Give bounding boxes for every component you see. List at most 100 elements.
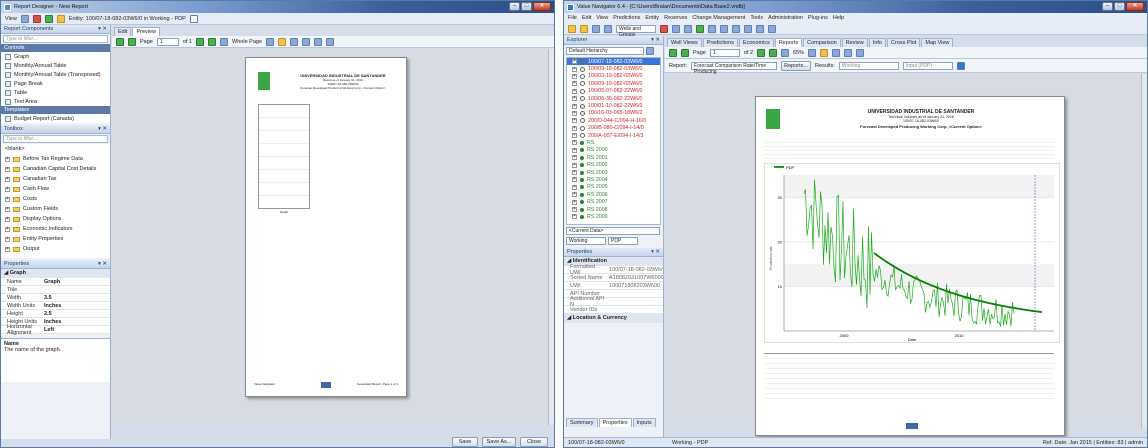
- expand-icon[interactable]: +: [572, 155, 577, 161]
- well-item[interactable]: + RS 2003: [567, 169, 660, 176]
- open-icon[interactable]: [580, 24, 588, 33]
- toolbox-item[interactable]: + Canadian Capital Cost Details: [1, 164, 110, 174]
- toolbox-item[interactable]: + Custom Fields: [1, 204, 110, 214]
- undo-icon[interactable]: [20, 14, 29, 23]
- email-icon-right[interactable]: [856, 48, 865, 57]
- menu-help[interactable]: Help: [833, 15, 844, 21]
- property-value[interactable]: Graph: [41, 279, 110, 285]
- report-icon-right[interactable]: [696, 24, 704, 33]
- expand-icon[interactable]: +: [5, 176, 10, 182]
- well-item[interactable]: + RS 2006: [567, 191, 660, 198]
- expand-icon[interactable]: +: [572, 199, 577, 205]
- well-item[interactable]: +100/06-30-082-22W6/0: [567, 95, 660, 102]
- well-item[interactable]: + RS 2009: [567, 213, 660, 220]
- expand-icon[interactable]: +: [572, 162, 577, 168]
- input-dropdown[interactable]: Input (PDP): [902, 61, 953, 70]
- property-value[interactable]: 100071808203W600: [606, 283, 663, 289]
- page-input[interactable]: 1: [156, 37, 179, 46]
- expand-icon[interactable]: +: [572, 192, 577, 198]
- filter-icon-right[interactable]: [672, 24, 680, 33]
- save-as-button[interactable]: Save As...: [482, 437, 516, 447]
- tab-edit[interactable]: Edit: [114, 27, 132, 36]
- expand-icon[interactable]: +: [5, 236, 10, 242]
- save-button[interactable]: Save: [452, 437, 478, 447]
- nav-next-icon[interactable]: [744, 24, 752, 33]
- expand-icon[interactable]: +: [572, 147, 577, 153]
- nav-prev-icon[interactable]: [732, 24, 740, 33]
- expand-icon[interactable]: +: [5, 166, 10, 172]
- tab-reports[interactable]: Reports: [774, 38, 803, 47]
- well-item[interactable]: +100/05-07-082-22W6/0: [567, 88, 660, 95]
- reports-button[interactable]: Reports...: [781, 60, 812, 71]
- property-row[interactable]: Title: [1, 286, 110, 294]
- well-item[interactable]: +100/07-18-082-03W6/0: [567, 58, 660, 66]
- expand-icon[interactable]: +: [572, 140, 577, 146]
- email-icon[interactable]: [326, 37, 335, 46]
- print-icon[interactable]: [278, 37, 287, 46]
- well-item[interactable]: +100/03-19-082-03W6/0: [567, 73, 660, 80]
- menu-tools[interactable]: Tools: [750, 15, 763, 21]
- well-item[interactable]: +200/B-080-C/094-I-14/0: [567, 125, 660, 132]
- expand-icon[interactable]: +: [5, 246, 10, 252]
- well-item[interactable]: +100/01-10-082-22W6/0: [567, 102, 660, 109]
- filter-icon[interactable]: [56, 14, 65, 23]
- copy-icon-right[interactable]: [844, 48, 853, 57]
- toolbox-item[interactable]: + Costs: [1, 194, 110, 204]
- property-value[interactable]: 3.5: [41, 295, 110, 301]
- zoom-value[interactable]: 65%: [793, 50, 804, 56]
- well-item[interactable]: +200/D-044-C/094-H-16/0: [567, 117, 660, 124]
- expand-icon[interactable]: +: [572, 177, 577, 183]
- minimize-button-right[interactable]: –: [1102, 2, 1113, 11]
- results-dropdown[interactable]: Working: [838, 61, 899, 70]
- print-icon-right[interactable]: [708, 24, 716, 33]
- tab-inputs[interactable]: Inputs: [632, 418, 656, 427]
- next-page-icon[interactable]: [196, 37, 205, 46]
- well-item[interactable]: + RS 2002: [567, 161, 660, 168]
- well-item[interactable]: + RS 2008: [567, 206, 660, 213]
- nav-first-icon[interactable]: [720, 24, 728, 33]
- toolbox-filter[interactable]: Type to filter...: [3, 135, 108, 143]
- menu-changemanagement[interactable]: Change Management: [692, 15, 745, 21]
- toolbox-item[interactable]: <blank>: [1, 144, 110, 154]
- zoom-in-icon-right[interactable]: [808, 48, 817, 57]
- refresh-icon[interactable]: [44, 14, 53, 23]
- zoom-out-icon-right[interactable]: [781, 48, 790, 57]
- report-icon[interactable]: [32, 14, 41, 23]
- well-item[interactable]: + RS 2000: [567, 147, 660, 154]
- hierarchy-dropdown[interactable]: Default Hierarchy: [566, 47, 644, 55]
- working-dropdown[interactable]: Working: [566, 237, 606, 245]
- property-value[interactable]: 100/07-18-082-03W6/0: [606, 267, 663, 273]
- maximize-button[interactable]: □: [521, 2, 532, 11]
- current-data-dropdown[interactable]: <Current Data>: [566, 227, 660, 235]
- view-menu[interactable]: View: [5, 16, 17, 22]
- identification-row[interactable]: Sorted Name A18082031007W6000: [564, 274, 663, 282]
- menu-view[interactable]: View: [596, 15, 608, 21]
- report-dropdown[interactable]: Forecast Comparison Rate/Time Producing: [691, 61, 778, 75]
- prev-page-icon[interactable]: [128, 37, 136, 46]
- property-row[interactable]: Name Graph: [1, 278, 110, 286]
- well-item[interactable]: + RS 2005: [567, 184, 660, 191]
- tab-review[interactable]: Review: [841, 38, 868, 47]
- tab-summary[interactable]: Summary: [566, 418, 598, 427]
- last-page-icon[interactable]: [208, 37, 217, 46]
- tab-properties[interactable]: Properties: [598, 418, 632, 427]
- well-item[interactable]: +100/16-03-065-18W6/2: [567, 110, 660, 117]
- well-item[interactable]: +100/09-19-082-03W6/0: [567, 80, 660, 87]
- property-value[interactable]: Inches: [41, 303, 110, 309]
- tab-wellviews[interactable]: Well Views: [667, 38, 702, 47]
- expand-icon[interactable]: +: [572, 96, 577, 102]
- expand-icon[interactable]: +: [5, 156, 10, 162]
- nav-last-icon[interactable]: [756, 24, 764, 33]
- minimize-button[interactable]: –: [509, 2, 520, 11]
- property-value[interactable]: 2.5: [41, 311, 110, 317]
- menu-entity[interactable]: Entity: [645, 15, 659, 21]
- identification-row[interactable]: Formatted UWI 100/07-18-082-03W6/0: [564, 264, 663, 276]
- pdp-dropdown[interactable]: PDP: [608, 237, 638, 245]
- options-icon[interactable]: [768, 24, 776, 33]
- menu-plugins[interactable]: Plug-ins: [808, 15, 828, 21]
- print-icon-report[interactable]: [820, 48, 829, 57]
- expand-icon[interactable]: +: [572, 207, 577, 212]
- entity-picker-icon[interactable]: [189, 14, 198, 23]
- save-icon-right[interactable]: [592, 24, 600, 33]
- property-row[interactable]: Width 3.5: [1, 294, 110, 302]
